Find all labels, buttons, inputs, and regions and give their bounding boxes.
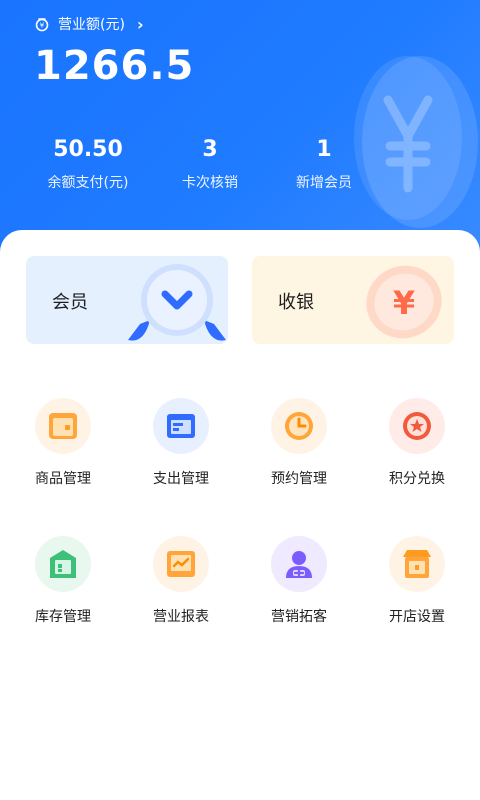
stat-value: 3 [202,137,218,162]
stat-value: 50.50 [53,137,123,162]
money-bag-icon: ¥ [35,18,49,32]
store-icon [403,550,431,578]
member-card-button[interactable]: 会员 [26,256,228,344]
inventory-management-button[interactable]: 库存管理 [4,536,122,626]
stat-label: 卡次核销 [182,175,238,191]
svg-text:¥: ¥ [40,22,45,30]
chevron-right-icon: › [136,14,144,34]
goods-management-button[interactable]: 商品管理 [4,398,122,488]
store-settings-button[interactable]: 开店设置 [358,536,476,626]
store-settings-label: 开店设置 [389,609,445,625]
clock-icon [285,412,313,440]
user-add-icon [286,551,312,579]
member-chevron-icon [128,264,226,341]
marketing-button[interactable]: 营销拓客 [240,536,358,626]
marketing-label: 营销拓客 [271,609,327,625]
goods-management-label: 商品管理 [35,471,91,487]
revenue-label: 营业额(元) [58,17,125,33]
main-panel: 会员 收银 ¥ 商品管理 支出管理 预约管理 积分兑换 库存管理 营业报表 营销… [0,230,480,800]
points-redeem-button[interactable]: 积分兑换 [358,398,476,488]
star-medal-icon [403,412,431,440]
expense-management-label: 支出管理 [153,471,209,487]
report-chart-icon [167,551,195,577]
yen-icon: ¥ [366,265,442,339]
stat-new-members[interactable]: 1 新增会员 [264,136,384,192]
warehouse-icon [50,550,76,578]
yen-glyph: ¥ [393,284,415,322]
cashier-card-button[interactable]: 收银 ¥ [252,256,454,344]
points-redeem-label: 积分兑换 [389,471,445,487]
inventory-management-label: 库存管理 [35,609,91,625]
business-report-label: 营业报表 [153,609,209,625]
revenue-link[interactable]: ¥ 营业额(元) › [34,14,144,34]
expense-card-icon [167,414,195,438]
cashier-card-label: 收银 [278,292,314,313]
stat-balance-payment[interactable]: 50.50 余额支付(元) [28,136,148,192]
stat-label: 余额支付(元) [47,175,129,191]
goods-box-icon [49,413,77,439]
business-report-button[interactable]: 营业报表 [122,536,240,626]
revenue-value: 1266.5 [34,43,195,89]
stat-value: 1 [316,137,332,162]
stat-card-redemption[interactable]: 3 卡次核销 [150,136,270,192]
appointment-management-button[interactable]: 预约管理 [240,398,358,488]
stat-label: 新增会员 [296,175,352,191]
appointment-management-label: 预约管理 [271,471,327,487]
expense-management-button[interactable]: 支出管理 [122,398,240,488]
member-card-label: 会员 [52,292,88,313]
